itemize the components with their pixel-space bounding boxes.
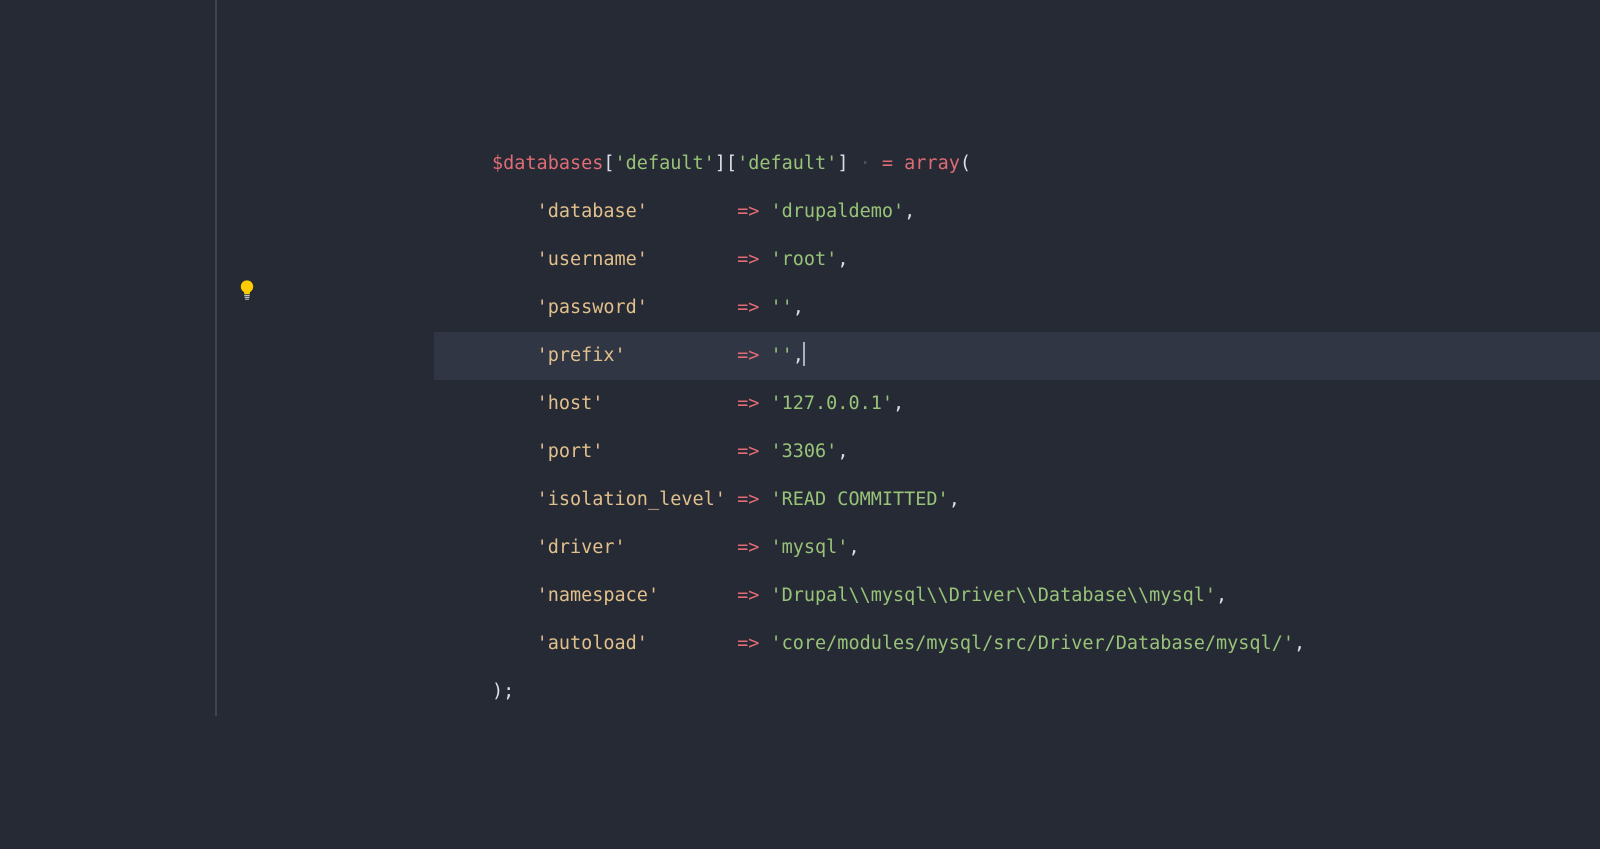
array-key: 'autoload' [537, 633, 726, 654]
code-line: ); [434, 668, 1600, 716]
code-line: 'port' => '3306', [434, 428, 1600, 476]
array-key: 'username' [537, 249, 726, 270]
code-line: 'password' => '', [434, 284, 1600, 332]
array-key: 'password' [537, 297, 726, 318]
array-value: 'drupaldemo' [770, 201, 904, 222]
array-value: 'READ COMMITTED' [770, 489, 948, 510]
code-line: 'database' => 'drupaldemo', [434, 188, 1600, 236]
array-key: 'port' [537, 441, 726, 462]
lightbulb-icon[interactable] [236, 272, 258, 294]
code-editor[interactable]: $databases['default']['default'] · = arr… [215, 0, 1600, 716]
code-line: 'isolation_level' => 'READ COMMITTED', [434, 476, 1600, 524]
array-key: 'driver' [537, 537, 726, 558]
array-value: '3306' [770, 441, 837, 462]
array-value: 'Drupal\\mysql\\Driver\\Database\\mysql' [770, 585, 1216, 606]
array-key: 'namespace' [537, 585, 726, 606]
array-value: '' [770, 345, 792, 366]
code-line: 'namespace' => 'Drupal\\mysql\\Driver\\D… [434, 572, 1600, 620]
array-value: 'root' [770, 249, 837, 270]
array-key: 'host' [537, 393, 726, 414]
variable: $databases [492, 153, 603, 174]
array-key: 'database' [537, 201, 726, 222]
code-line: 'driver' => 'mysql', [434, 524, 1600, 572]
text-cursor [803, 342, 805, 366]
code-line: $databases['default']['default'] · = arr… [434, 140, 1600, 188]
array-value: 'mysql' [770, 537, 848, 558]
array-key: 'isolation_level' [537, 489, 726, 510]
array-value: '' [770, 297, 792, 318]
array-value: '127.0.0.1' [770, 393, 893, 414]
code-line: 'username' => 'root', [434, 236, 1600, 284]
code-line: 'prefix' => '', [434, 332, 1600, 380]
array-key: 'prefix' [537, 345, 726, 366]
code-line: 'host' => '127.0.0.1', [434, 380, 1600, 428]
code-line: 'autoload' => 'core/modules/mysql/src/Dr… [434, 620, 1600, 668]
array-value: 'core/modules/mysql/src/Driver/Database/… [770, 633, 1293, 654]
